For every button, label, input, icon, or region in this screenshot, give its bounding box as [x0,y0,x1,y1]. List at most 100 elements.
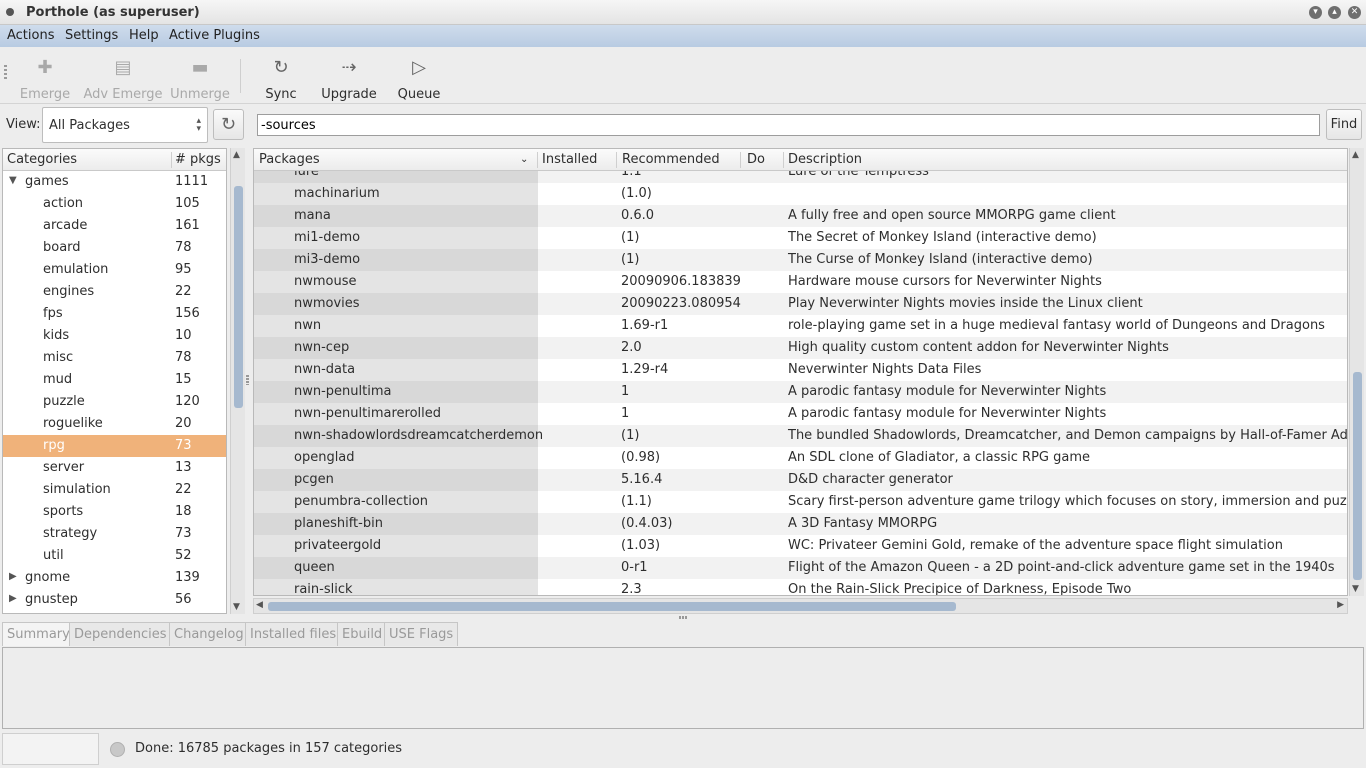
menu-active-plugins[interactable]: Active Plugins [169,28,260,43]
search-input[interactable] [258,115,1319,135]
scroll-left-icon[interactable]: ◀ [256,600,263,610]
col-installed[interactable]: Installed [542,152,597,167]
scroll-right-icon[interactable]: ▶ [1337,600,1344,610]
expander-expanded-icon[interactable]: ▼ [9,175,17,186]
category-row[interactable]: ▼ games 1111 [3,171,226,193]
category-row[interactable]: emulation 95 [3,259,226,281]
category-row[interactable]: action 105 [3,193,226,215]
package-row[interactable]: rain-slick 2.3 On the Rain-Slick Precipice… [254,579,1347,595]
tab-summary[interactable]: Summary [2,622,75,646]
category-row[interactable]: roguelike 20 [3,413,226,435]
package-row[interactable]: nwn-shadowlordsdreamcatcherdemon (1) The b… [254,425,1347,447]
package-name: nwn-data [294,362,356,377]
pane-splitter[interactable] [679,616,687,619]
tab-dependencies[interactable]: Dependencies [69,622,172,646]
tab-changelog[interactable]: Changelog [169,622,249,646]
minimize-icon[interactable]: ▾ [1309,6,1322,19]
expander-collapsed-icon[interactable]: ▶ [9,593,17,604]
package-row[interactable]: nwn 1.69-r1 role-playing game set in a hug… [254,315,1347,337]
category-row[interactable]: server 13 [3,457,226,479]
package-row[interactable]: nwn-penultimarerolled 1 A parodic fantasy … [254,403,1347,425]
col-description[interactable]: Description [788,152,862,167]
package-name: mi1-demo [294,230,361,245]
find-button[interactable]: Find [1326,109,1362,140]
scroll-down-icon[interactable]: ▼ [233,602,240,612]
col-pkg-count[interactable]: # pkgs [175,152,221,167]
category-row[interactable]: kids 10 [3,325,226,347]
category-row[interactable]: mud 15 [3,369,226,391]
emerge-button[interactable]: ✚ Emerge [16,57,74,102]
scroll-down-icon[interactable]: ▼ [1352,584,1359,594]
package-row[interactable]: mi3-demo (1) The Curse of Monkey Island (i… [254,249,1347,271]
package-row[interactable]: machinarium (1.0) [254,183,1347,205]
menu-actions[interactable]: Actions [7,28,55,43]
package-row[interactable]: nwn-cep 2.0 High quality custom content ad… [254,337,1347,359]
scroll-thumb[interactable] [268,602,956,611]
category-row[interactable]: misc 78 [3,347,226,369]
category-count: 20 [175,416,192,431]
categories-tree[interactable]: Categories # pkgs ▼ games 1111 action 105 arc… [2,148,227,614]
category-row[interactable]: fps 156 [3,303,226,325]
scroll-up-icon[interactable]: ▲ [1352,150,1359,160]
tab-ebuild[interactable]: Ebuild [337,622,388,646]
pane-splitter[interactable] [246,375,249,385]
scroll-thumb[interactable] [1353,372,1362,580]
search-field[interactable] [257,114,1320,136]
col-categories[interactable]: Categories [7,152,77,167]
category-row[interactable]: ▶ gnustep 56 [3,589,226,611]
close-icon[interactable]: ✕ [1348,6,1361,19]
package-row[interactable]: openglad (0.98) An SDL clone of Gladiator,… [254,447,1347,469]
menu-settings[interactable]: Settings [65,28,118,43]
package-row[interactable]: mi1-demo (1) The Secret of Monkey Island (… [254,227,1347,249]
packages-vscrollbar[interactable]: ▲ ▼ [1349,148,1364,596]
adv-emerge-button[interactable]: ▤ Adv Emerge [82,57,164,102]
category-row[interactable]: ▶ gnome 139 [3,567,226,589]
app-icon[interactable] [6,8,14,16]
category-row[interactable]: sports 18 [3,501,226,523]
package-row[interactable]: queen 0-r1 Flight of the Amazon Queen - a … [254,557,1347,579]
toolbar-grip[interactable] [4,65,7,81]
package-row[interactable]: planeshift-bin (0.4.03) A 3D Fantasy MMORP… [254,513,1347,535]
packages-hscrollbar[interactable]: ◀ ▶ [253,598,1348,614]
category-row[interactable]: util 52 [3,545,226,567]
scroll-thumb[interactable] [234,186,243,408]
queue-button[interactable]: ▷ Queue [396,57,442,102]
col-do[interactable]: Do [747,152,765,167]
col-packages[interactable]: Packages [259,152,320,167]
category-row[interactable]: simulation 22 [3,479,226,501]
category-row[interactable]: rpg 73 [3,435,226,457]
sync-button[interactable]: ↻ Sync [262,57,300,102]
package-name: mana [294,208,331,223]
category-name: action [43,196,84,211]
package-row[interactable]: nwmovies 20090223.080954 Play Neverwinter … [254,293,1347,315]
package-row[interactable]: pcgen 5.16.4 D&D character generator [254,469,1347,491]
tab-use-flags[interactable]: USE Flags [384,622,459,646]
category-row[interactable]: board 78 [3,237,226,259]
scroll-up-icon[interactable]: ▲ [233,150,240,160]
refresh-button[interactable]: ↻ [213,109,244,140]
col-recommended[interactable]: Recommended [622,152,720,167]
tab-installed-files[interactable]: Installed files [245,622,342,646]
package-recommended: 20090906.183839 [621,274,741,289]
package-row[interactable]: nwn-data 1.29-r4 Neverwinter Nights Data F… [254,359,1347,381]
unmerge-button[interactable]: ▬ Unmerge [168,57,232,102]
category-row[interactable]: arcade 161 [3,215,226,237]
package-description: High quality custom content addon for Ne… [788,340,1169,355]
packages-list[interactable]: Packages ⌄ Installed Recommended Do Desc… [253,148,1348,596]
upgrade-button[interactable]: ⇢ Upgrade [318,57,380,102]
category-row[interactable]: engines 22 [3,281,226,303]
menu-help[interactable]: Help [129,28,159,43]
package-row[interactable]: privateergold (1.03) WC: Privateer Gemini … [254,535,1347,557]
maximize-icon[interactable]: ▴ [1328,6,1341,19]
category-row[interactable]: strategy 73 [3,523,226,545]
category-row[interactable]: puzzle 120 [3,391,226,413]
package-description: Neverwinter Nights Data Files [788,362,982,377]
view-select[interactable]: All Packages ▴ ▾ [42,107,208,143]
categories-scrollbar[interactable]: ▲ ▼ [230,148,245,614]
expander-collapsed-icon[interactable]: ▶ [9,571,17,582]
package-row[interactable]: nwn-penultima 1 A parodic fantasy module f… [254,381,1347,403]
package-row[interactable]: mana 0.6.0 A fully free and open source MM… [254,205,1347,227]
package-row[interactable]: penumbra-collection (1.1) Scary first-pers… [254,491,1347,513]
package-row[interactable]: nwmouse 20090906.183839 Hardware mouse cur… [254,271,1347,293]
sort-chevron-icon[interactable]: ⌄ [520,154,528,165]
